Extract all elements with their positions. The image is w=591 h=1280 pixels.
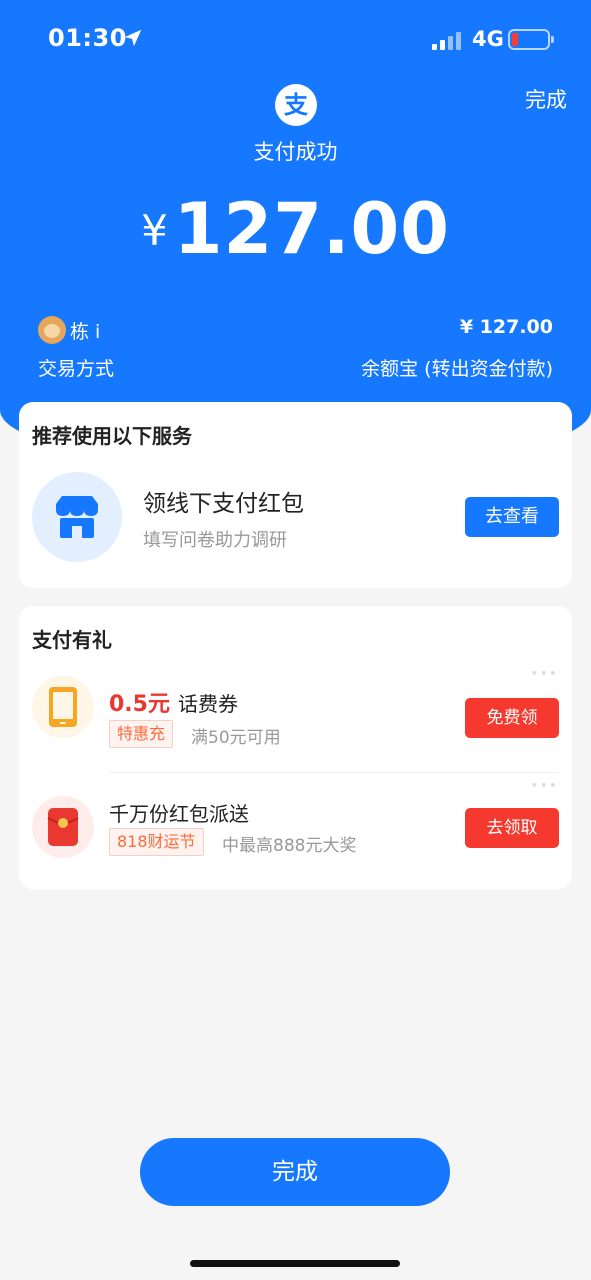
service-title: 领线下支付红包 bbox=[143, 491, 304, 517]
gift-item-title: 千万份红包派送 bbox=[109, 798, 249, 827]
signal-icon bbox=[432, 30, 464, 50]
gift-tag: 特惠充 bbox=[109, 720, 174, 748]
battery-icon bbox=[508, 29, 554, 50]
more-dots-icon[interactable]: ••• bbox=[530, 778, 558, 794]
done-button[interactable]: 完成 bbox=[140, 1138, 450, 1206]
store-icon bbox=[32, 472, 122, 562]
gifts-card: 支付有礼 ••• 0.5元 话费券 特惠充 满50元可用 免费领 ••• 千万份红… bbox=[19, 606, 572, 889]
payment-method-value: 余额宝 (转出资金付款) bbox=[361, 358, 553, 380]
claim-free-button[interactable]: 免费领 bbox=[465, 698, 559, 738]
done-link-top[interactable]: 完成 bbox=[525, 84, 567, 114]
payee-name: 栋 i bbox=[70, 320, 101, 343]
payee-row: 栋 i bbox=[38, 316, 100, 344]
service-subtitle: 填写问卷助力调研 bbox=[143, 530, 287, 551]
payee-amount: ¥ 127.00 bbox=[459, 316, 553, 338]
payment-amount: ¥127.00 bbox=[0, 188, 591, 270]
view-button[interactable]: 去查看 bbox=[465, 497, 559, 537]
gift-tag: 818财运节 bbox=[109, 828, 204, 856]
gift-title-text: 话费券 bbox=[177, 692, 238, 716]
payment-method-label: 交易方式 bbox=[38, 358, 115, 380]
gift-desc: 中最高888元大奖 bbox=[222, 836, 357, 856]
alipay-logo-icon: 支 bbox=[275, 84, 317, 126]
payee-avatar bbox=[38, 316, 66, 344]
payment-success-title: 支付成功 bbox=[253, 140, 338, 164]
more-dots-icon[interactable]: ••• bbox=[530, 666, 558, 682]
status-time: 01:30 bbox=[48, 24, 127, 52]
gifts-title: 支付有礼 bbox=[32, 628, 112, 652]
gift-desc: 满50元可用 bbox=[191, 728, 281, 748]
gift-title-text: 千万份红包派送 bbox=[109, 802, 249, 826]
home-indicator[interactable] bbox=[190, 1260, 400, 1267]
currency-symbol: ¥ bbox=[141, 206, 168, 255]
amount-value: 127.00 bbox=[173, 188, 450, 270]
recommend-title: 推荐使用以下服务 bbox=[32, 424, 192, 448]
phone-icon bbox=[32, 676, 94, 738]
location-arrow-icon bbox=[124, 29, 142, 47]
recommend-card: 推荐使用以下服务 领线下支付红包 填写问卷助力调研 去查看 bbox=[19, 402, 572, 588]
gift-highlight: 0.5元 bbox=[109, 692, 170, 717]
gift-item-title: 0.5元 话费券 bbox=[109, 686, 238, 718]
network-label: 4G bbox=[472, 27, 504, 51]
claim-button[interactable]: 去领取 bbox=[465, 808, 559, 848]
red-packet-icon bbox=[32, 796, 94, 858]
divider bbox=[109, 772, 559, 773]
